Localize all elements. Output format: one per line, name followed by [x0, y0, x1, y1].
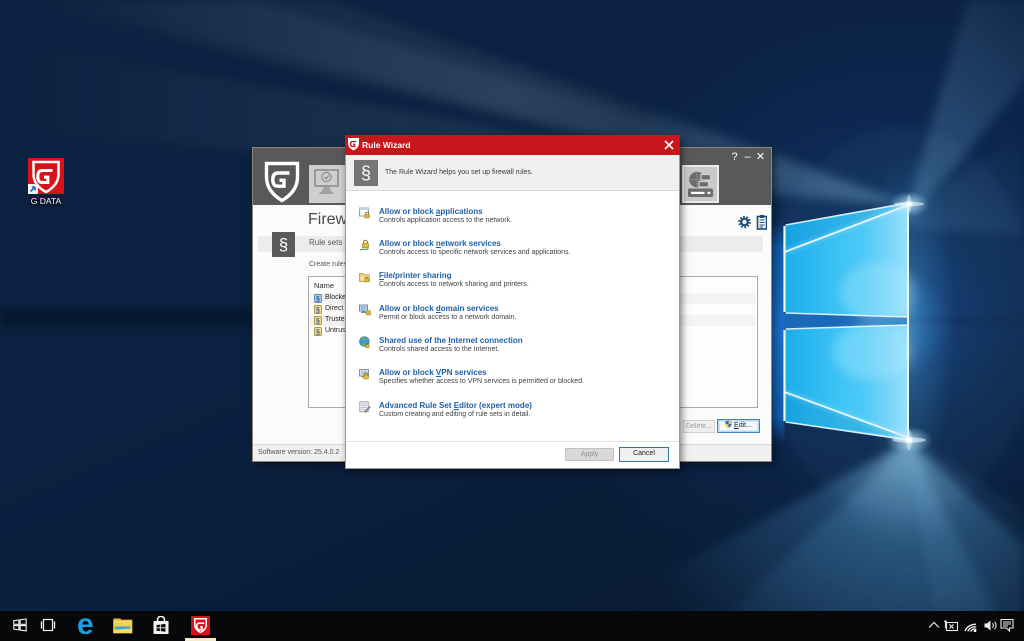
svg-text:§: § [316, 296, 320, 303]
svg-text:§: § [316, 318, 320, 325]
svg-text:§: § [316, 307, 320, 314]
svg-text:§: § [316, 329, 320, 336]
svg-text:e: e [77, 613, 94, 636]
